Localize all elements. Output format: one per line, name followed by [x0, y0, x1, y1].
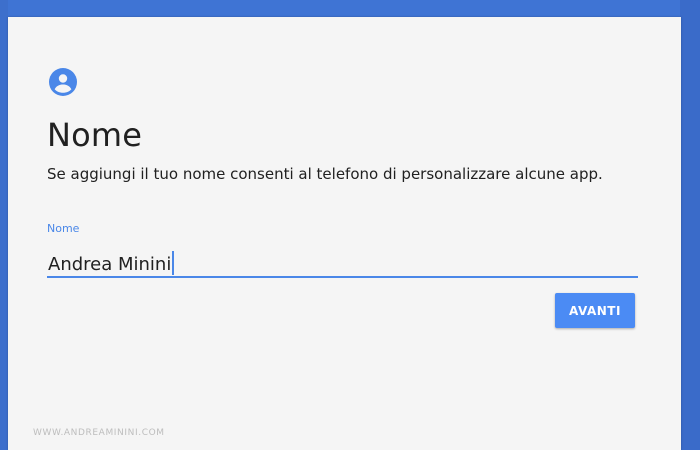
background-left-edge	[0, 0, 8, 450]
setup-card: Nome Se aggiungi il tuo nome consenti al…	[8, 17, 681, 450]
watermark: WWW.ANDREAMININI.COM	[33, 428, 165, 438]
name-input-value-wrapper: Andrea Minini	[48, 251, 174, 275]
next-button[interactable]: AVANTI	[555, 293, 635, 328]
account-circle-icon	[49, 68, 77, 96]
page-title: Nome	[47, 116, 143, 154]
page-description: Se aggiungi il tuo nome consenti al tele…	[47, 165, 603, 183]
text-caret	[172, 251, 174, 275]
name-input[interactable]: Andrea Minini	[47, 247, 638, 278]
background-right-edge	[680, 0, 700, 450]
name-field-label: Nome	[47, 222, 80, 235]
name-input-value: Andrea Minini	[48, 254, 172, 275]
